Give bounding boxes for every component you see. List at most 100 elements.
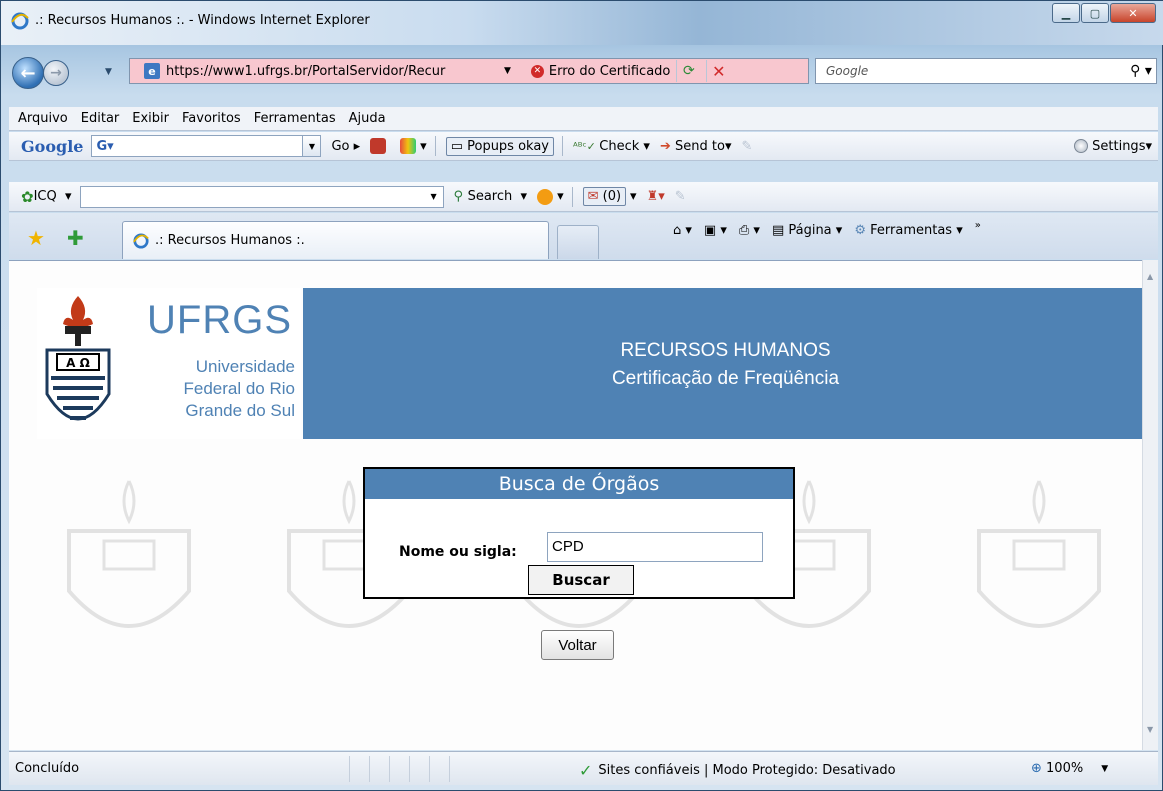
address-bar[interactable]: e https://www1.ufrgs.br/PortalServidor/R… bbox=[129, 58, 809, 84]
address-row: ← → ▼ e https://www1.ufrgs.br/PortalServ… bbox=[1, 53, 1163, 93]
status-cell bbox=[369, 756, 389, 782]
toolbar-separator bbox=[562, 136, 564, 156]
highlighter-icon[interactable]: ✎ bbox=[741, 139, 752, 154]
icq-label: ICQ bbox=[33, 189, 57, 204]
toolbar-separator bbox=[571, 186, 573, 207]
menu-exibir[interactable]: Exibir bbox=[132, 111, 169, 126]
scroll-up-icon[interactable]: ▲ bbox=[1147, 272, 1153, 281]
home-icon[interactable]: ⌂ ▾ bbox=[673, 223, 692, 238]
watermark-seal bbox=[67, 480, 191, 628]
ufrgs-logo-text: UFRGS bbox=[147, 298, 292, 342]
page-menu-label: Página bbox=[788, 223, 832, 238]
google-search-dropdown-icon[interactable]: ▼ bbox=[302, 136, 321, 156]
university-name-line: Universidade bbox=[195, 357, 295, 376]
menu-ferramentas[interactable]: Ferramentas bbox=[254, 111, 336, 126]
zoom-control[interactable]: ⊕ 100% ▼ bbox=[1031, 761, 1108, 776]
pen-icon[interactable]: ✎ bbox=[675, 189, 686, 204]
new-tab-button[interactable] bbox=[557, 225, 599, 259]
search-placeholder[interactable]: Google bbox=[816, 64, 1126, 78]
spellcheck-button[interactable]: ᴬᴮᶜ✓ Check ▾ bbox=[573, 139, 650, 154]
menu-bar: Arquivo Editar Exibir Favoritos Ferramen… bbox=[9, 107, 1158, 131]
icq-button[interactable]: ✿ ICQ ▾ bbox=[21, 188, 72, 206]
close-window-button[interactable]: ✕ bbox=[1110, 3, 1156, 23]
forward-button[interactable]: → bbox=[43, 60, 69, 86]
certificate-error-label: Erro do Certificado bbox=[548, 63, 671, 79]
back-button[interactable]: ← bbox=[12, 57, 44, 89]
search-icon[interactable]: ⚲ ▾ bbox=[1126, 63, 1156, 79]
add-favorites-icon[interactable]: ✚ bbox=[67, 226, 84, 250]
toolbar-separator bbox=[434, 136, 436, 156]
menu-ajuda[interactable]: Ajuda bbox=[349, 111, 386, 126]
smiley-icon[interactable]: ▾ bbox=[537, 188, 564, 205]
settings-button[interactable]: Settings ▾ bbox=[1074, 139, 1152, 154]
minimize-button[interactable]: ▁ bbox=[1052, 3, 1080, 23]
settings-label: Settings bbox=[1092, 138, 1146, 154]
zoom-magnifier-icon: ⊕ bbox=[1031, 761, 1047, 776]
status-cell bbox=[349, 756, 369, 782]
header-subtitle: Certificação de Freqüência bbox=[611, 368, 840, 389]
stop-icon[interactable]: ✕ bbox=[706, 60, 730, 82]
menu-editar[interactable]: Editar bbox=[81, 111, 120, 126]
university-name: Universidade Federal do Rio Grande do Su… bbox=[145, 356, 295, 422]
page-icon: e bbox=[144, 63, 160, 79]
search-panel: Busca de Órgãos Nome ou sigla: CPD Busca… bbox=[363, 467, 795, 599]
status-cell bbox=[449, 756, 469, 782]
popups-button[interactable]: ▭ Popups okay bbox=[445, 136, 555, 156]
tools-menu-label: Ferramentas bbox=[870, 223, 953, 238]
url-text[interactable]: https://www1.ufrgs.br/PortalServidor/Rec… bbox=[166, 64, 496, 79]
address-dropdown-icon[interactable]: ▼ bbox=[504, 66, 511, 76]
google-go-button[interactable]: Go ▸ bbox=[331, 139, 360, 154]
maximize-button[interactable]: ▢ bbox=[1081, 3, 1109, 23]
magnifier-icon: ⚲ bbox=[453, 189, 468, 204]
name-or-acronym-input[interactable]: CPD bbox=[547, 532, 763, 562]
tools-menu[interactable]: ⚙ Ferramentas ▾ bbox=[854, 223, 962, 238]
security-zone[interactable]: ✓ Sites confiáveis | Modo Protegido: Des… bbox=[579, 761, 896, 780]
apps-icon[interactable]: ▾ bbox=[400, 138, 427, 154]
search-button[interactable]: Buscar bbox=[528, 565, 634, 595]
status-cells bbox=[349, 756, 469, 782]
web-search-box[interactable]: Google ⚲ ▾ bbox=[815, 58, 1157, 84]
header-title: RECURSOS HUMANOS bbox=[620, 340, 831, 361]
svg-text:A Ω: A Ω bbox=[66, 356, 90, 370]
certificate-error-icon: ✕ bbox=[530, 64, 544, 78]
mail-counter-button[interactable]: ✉ (0) bbox=[582, 187, 627, 206]
zoom-level: 100% bbox=[1046, 761, 1084, 776]
tab-recursos-humanos[interactable]: .: Recursos Humanos :. bbox=[122, 221, 549, 259]
certificate-error[interactable]: ✕ Erro do Certificado bbox=[530, 63, 671, 79]
back-page-button[interactable]: Voltar bbox=[541, 630, 614, 660]
zoom-dropdown-icon[interactable]: ▼ bbox=[1101, 764, 1108, 774]
send-to-button[interactable]: ➔ Send to ▾ bbox=[660, 139, 732, 154]
feeds-icon[interactable]: ▣ ▾ bbox=[704, 223, 727, 238]
icq-search-combo[interactable]: ▼ bbox=[79, 185, 444, 208]
google-logo[interactable]: Google bbox=[21, 137, 83, 156]
refresh-icon[interactable]: ⟳ bbox=[676, 60, 700, 82]
vertical-scrollbar[interactable]: ▲ ▼ bbox=[1142, 260, 1158, 750]
favorites-star-icon[interactable]: ★ bbox=[27, 226, 45, 250]
university-name-line: Grande do Sul bbox=[185, 401, 295, 420]
go-label: Go bbox=[331, 138, 350, 154]
tab-ie-icon bbox=[133, 232, 149, 249]
command-bar: ⌂ ▾ ▣ ▾ ⎙ ▾ ▤ Página ▾ ⚙ Ferramentas ▾ » bbox=[673, 220, 993, 238]
status-bar: Concluído ✓ Sites confiáveis | Modo Prot… bbox=[9, 751, 1158, 785]
browser-window: .: Recursos Humanos :. - Windows Interne… bbox=[0, 0, 1163, 791]
history-dropdown-icon[interactable]: ▼ bbox=[105, 67, 112, 77]
joystick-icon[interactable]: ♜▾ bbox=[647, 189, 665, 204]
mail-icon: ✉ bbox=[587, 189, 603, 204]
bookmark-icon[interactable] bbox=[370, 138, 390, 154]
icq-search-dropdown-icon[interactable]: ▼ bbox=[424, 186, 443, 207]
header-banner: RECURSOS HUMANOS Certificação de Freqüên… bbox=[303, 288, 1142, 439]
menu-favoritos[interactable]: Favoritos bbox=[182, 111, 241, 126]
menu-arquivo[interactable]: Arquivo bbox=[18, 111, 68, 126]
title-bar: .: Recursos Humanos :. - Windows Interne… bbox=[1, 1, 1163, 45]
overflow-chevron-icon[interactable]: » bbox=[975, 220, 981, 231]
google-g-icon: G▾ bbox=[96, 138, 114, 154]
status-text: Concluído bbox=[15, 761, 80, 776]
counter-dropdown-icon[interactable]: ▾ bbox=[630, 189, 637, 204]
google-search-combo[interactable]: G▾ ▼ bbox=[91, 135, 322, 157]
page-menu[interactable]: ▤ Página ▾ bbox=[772, 223, 842, 238]
scroll-down-icon[interactable]: ▼ bbox=[1147, 725, 1153, 734]
check-label: Check bbox=[599, 138, 640, 154]
icq-search-button[interactable]: ⚲ Search ▾ bbox=[454, 189, 528, 204]
print-icon[interactable]: ⎙ ▾ bbox=[739, 223, 760, 238]
security-zone-label: Sites confiáveis | Modo Protegido: Desat… bbox=[598, 763, 896, 778]
